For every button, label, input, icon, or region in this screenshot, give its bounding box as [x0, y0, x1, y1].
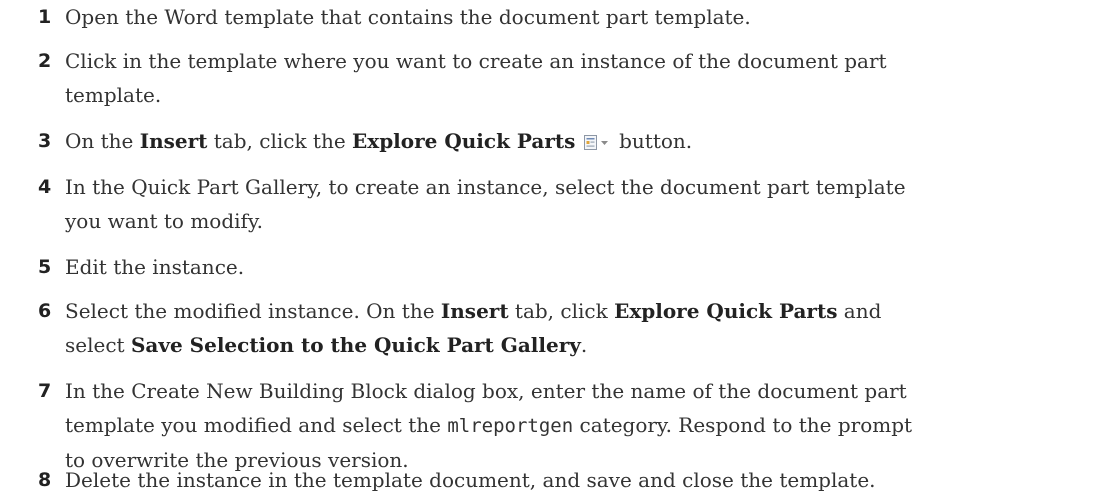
- insert-tab-label: Insert: [139, 129, 208, 153]
- step-text-segment: button.: [612, 129, 693, 153]
- step-text-line: In the Quick Part Gallery, to create an …: [65, 175, 906, 199]
- step-text-line: you want to modify.: [65, 209, 263, 233]
- explore-quick-parts-label: Explore Quick Parts: [614, 299, 838, 323]
- step-text-segment: and: [837, 299, 882, 323]
- chevron-down-icon: [600, 141, 608, 145]
- category-code: mlreportgen: [447, 415, 574, 437]
- step-text-segment: tab, click the: [207, 129, 353, 153]
- step-text-line: template.: [65, 83, 162, 107]
- step-number: 8: [38, 469, 52, 491]
- step-number: 6: [38, 300, 52, 322]
- step-text-line: Delete the instance in the template docu…: [65, 468, 876, 492]
- step-number: 5: [38, 256, 52, 278]
- step-text-line: Open the Word template that contains the…: [65, 5, 751, 29]
- step-text-line: Edit the instance.: [65, 255, 245, 279]
- step-number: 1: [38, 6, 52, 28]
- step-text-segment: .: [580, 333, 588, 357]
- step-number: 4: [38, 176, 52, 198]
- step-text-segment: select: [65, 333, 131, 357]
- step-text: Click in the template where you want to …: [65, 44, 1105, 112]
- step-text-segment: On the: [65, 129, 140, 153]
- step-text: In the Create New Building Block dialog …: [65, 374, 1105, 477]
- step-text-segment: Select the modified instance. On the: [65, 299, 441, 323]
- insert-tab-label: Insert: [440, 299, 509, 323]
- step-text-line: Click in the template where you want to …: [65, 49, 887, 73]
- explore-quick-parts-label: Explore Quick Parts: [352, 129, 576, 153]
- save-selection-label: Save Selection to the Quick Part Gallery: [130, 333, 581, 357]
- quick-parts-icon: [583, 135, 597, 150]
- step-text: Delete the instance in the template docu…: [65, 463, 1105, 497]
- step-text-segment: template you modified and select the: [65, 413, 448, 437]
- step-text: Edit the instance.: [65, 250, 1105, 284]
- step-text: Open the Word template that contains the…: [65, 0, 1105, 34]
- step-number: 7: [38, 380, 52, 402]
- step-text: On the Insert tab, click the Explore Qui…: [65, 124, 1105, 158]
- step-text-line: In the Create New Building Block dialog …: [65, 379, 907, 403]
- step-text: Select the modified instance. On the Ins…: [65, 294, 1105, 362]
- step-text-segment: tab, click: [508, 299, 615, 323]
- step-text-segment: category. Respond to the prompt: [573, 413, 913, 437]
- step-number: 2: [38, 50, 52, 72]
- step-number: 3: [38, 130, 52, 152]
- step-text: In the Quick Part Gallery, to create an …: [65, 170, 1105, 238]
